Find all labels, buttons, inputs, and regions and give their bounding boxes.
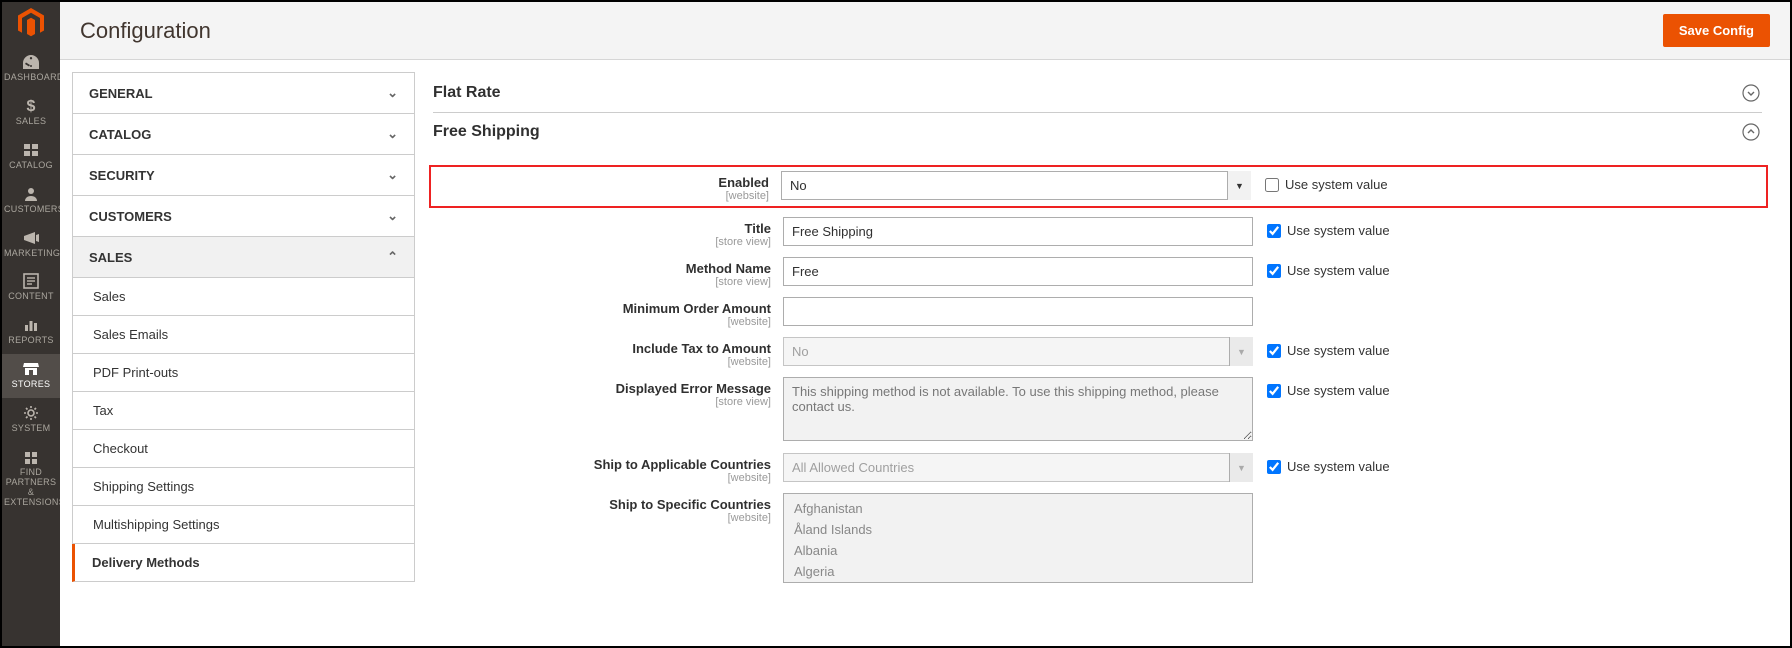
field-min-order-label: Minimum Order Amount [623,301,771,316]
field-specific-countries-row: Ship to Specific Countries [website] Afg… [433,493,1762,583]
field-method-name-row: Method Name [store view] Use system valu… [433,257,1762,288]
nav-dashboard[interactable]: DASHBOARD [2,47,60,91]
field-enabled-select[interactable]: No [781,171,1251,200]
country-option[interactable]: Åland Islands [784,519,1252,540]
expand-icon [1742,84,1760,102]
collapse-icon [1742,123,1760,141]
field-error-msg-textarea: This shipping method is not available. T… [783,377,1253,441]
field-include-tax-select: No [783,337,1253,366]
chevron-down-icon: ⌄ [387,126,398,142]
chevron-up-icon: ⌃ [387,249,398,265]
field-method-name-label: Method Name [686,261,771,276]
field-error-msg-system-label[interactable]: Use system value [1253,377,1390,398]
tabgroup-security[interactable]: SECURITY ⌄ [72,155,415,196]
tabgroup-catalog[interactable]: CATALOG ⌄ [72,114,415,155]
nav-catalog[interactable]: CATALOG [2,135,60,179]
field-error-msg-row: Displayed Error Message [store view] Thi… [433,377,1762,444]
country-option[interactable]: Algeria [784,561,1252,582]
field-include-tax-system-checkbox[interactable] [1267,344,1281,358]
subtab-checkout[interactable]: Checkout [72,430,415,468]
country-option[interactable]: American Samoa [784,582,1252,583]
field-specific-countries-label: Ship to Specific Countries [609,497,771,512]
field-include-tax-system-label[interactable]: Use system value [1253,337,1390,358]
nav-customers[interactable]: CUSTOMERS [2,179,60,223]
chevron-down-icon: ⌄ [387,85,398,101]
subtab-shipping-settings[interactable]: Shipping Settings [72,468,415,506]
field-applicable-countries-select: All Allowed Countries [783,453,1253,482]
page-header: Configuration Save Config [60,2,1790,60]
nav-reports[interactable]: REPORTS [2,310,60,354]
field-enabled-system-checkbox[interactable] [1265,178,1279,192]
chevron-down-icon: ⌄ [387,208,398,224]
chevron-down-icon: ⌄ [387,167,398,183]
field-enabled-label: Enabled [718,175,769,190]
tabgroup-customers[interactable]: CUSTOMERS ⌄ [72,196,415,237]
nav-content[interactable]: CONTENT [2,266,60,310]
section-flat-rate-title: Flat Rate [433,84,501,102]
field-min-order-row: Minimum Order Amount [website] [433,297,1762,328]
nav-stores[interactable]: STORES [2,354,60,398]
field-applicable-countries-system-checkbox[interactable] [1267,460,1281,474]
nav-system[interactable]: SYSTEM [2,398,60,442]
tabgroup-general[interactable]: GENERAL ⌄ [72,72,415,114]
field-enabled-system-label[interactable]: Use system value [1251,171,1388,192]
field-include-tax-row: Include Tax to Amount [website] No ▼ [433,337,1762,368]
section-flat-rate-header[interactable]: Flat Rate [433,74,1762,113]
field-error-msg-label: Displayed Error Message [616,381,771,396]
field-method-name-system-label[interactable]: Use system value [1253,257,1390,278]
field-min-order-input[interactable] [783,297,1253,326]
nav-marketing[interactable]: MARKETING [2,223,60,267]
field-include-tax-label: Include Tax to Amount [632,341,771,356]
page-title: Configuration [80,18,211,44]
field-method-name-input [783,257,1253,286]
field-method-name-system-checkbox[interactable] [1267,264,1281,278]
subtab-multishipping-settings[interactable]: Multishipping Settings [72,506,415,544]
save-config-button[interactable]: Save Config [1663,14,1770,47]
field-applicable-countries-row: Ship to Applicable Countries [website] A… [433,453,1762,484]
field-title-system-checkbox[interactable] [1267,224,1281,238]
section-free-shipping-header[interactable]: Free Shipping [433,113,1762,151]
country-option[interactable]: Albania [784,540,1252,561]
subtab-tax[interactable]: Tax [72,392,415,430]
field-applicable-countries-label: Ship to Applicable Countries [594,457,771,472]
subtab-pdf-printouts[interactable]: PDF Print-outs [72,354,415,392]
magento-logo [18,8,44,41]
section-free-shipping-title: Free Shipping [433,123,540,141]
field-title-input [783,217,1253,246]
nav-sales[interactable]: $ SALES [2,91,60,135]
field-title-row: Title [store view] Use system value [433,217,1762,248]
section-free-shipping-body: Enabled [website] No ▼ [433,151,1762,602]
field-error-msg-system-checkbox[interactable] [1267,384,1281,398]
field-applicable-countries-system-label[interactable]: Use system value [1253,453,1390,474]
subtab-sales[interactable]: Sales [72,278,415,316]
subtab-sales-emails[interactable]: Sales Emails [72,316,415,354]
field-title-system-label[interactable]: Use system value [1253,217,1390,238]
field-title-label: Title [745,221,772,236]
field-specific-countries-multiselect[interactable]: Afghanistan Åland Islands Albania Algeri… [783,493,1253,583]
subtab-delivery-methods[interactable]: Delivery Methods [72,544,415,582]
config-tabs: GENERAL ⌄ CATALOG ⌄ SECURITY ⌄ [60,60,415,646]
nav-partners[interactable]: FIND PARTNERS & EXTENSIONS [2,442,60,516]
config-content: Flat Rate Free Shipping [415,60,1790,646]
svg-text:$: $ [27,98,36,115]
field-enabled-row: Enabled [website] No ▼ [429,165,1768,208]
country-option[interactable]: Afghanistan [784,498,1252,519]
tabgroup-sales[interactable]: SALES ⌃ [72,237,415,278]
admin-leftnav: DASHBOARD $ SALES CATALOG CUSTOMERS MARK… [2,2,60,646]
